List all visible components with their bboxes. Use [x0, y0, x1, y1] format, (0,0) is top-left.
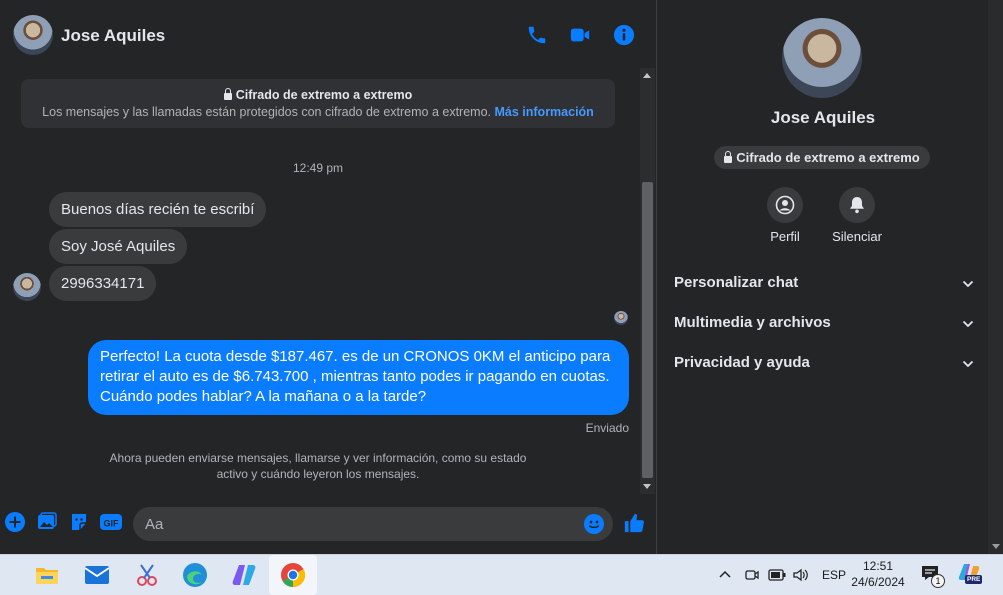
volume-icon[interactable] [792, 567, 810, 583]
encryption-text: Los mensajes y las llamadas están proteg… [42, 105, 492, 119]
photo-icon[interactable] [37, 512, 57, 532]
emoji-icon[interactable] [584, 514, 604, 534]
lock-icon [724, 151, 733, 163]
preview-badge: PRE [965, 575, 983, 584]
mail-icon[interactable] [82, 560, 112, 590]
sticker-icon[interactable] [69, 512, 89, 532]
meet-now-icon[interactable] [744, 567, 760, 583]
chevron-down-icon [962, 280, 974, 288]
section-media-files[interactable]: Multimedia y archivos [674, 314, 974, 338]
copilot-preview-button[interactable]: PRE [958, 562, 983, 586]
message-status: Enviado [585, 421, 629, 435]
encryption-pill[interactable]: Cifrado de extremo a extremo [714, 146, 930, 169]
clock-time: 12:51 [862, 559, 894, 573]
profile-avatar[interactable] [782, 18, 862, 98]
read-receipt-avatar [614, 311, 628, 325]
phone-icon[interactable] [526, 24, 548, 46]
profile-label: Perfil [770, 229, 800, 244]
message-list: Cifrado de extremo a extremo Los mensaje… [0, 68, 640, 494]
copilot-icon[interactable] [229, 560, 259, 590]
taskbar: ESP 12:51 24/6/2024 1 PRE [0, 554, 1003, 595]
chevron-down-icon [962, 320, 974, 328]
edge-icon[interactable] [180, 560, 210, 590]
gif-label: GIF [104, 519, 120, 529]
encryption-pill-label: Cifrado de extremo a extremo [736, 150, 920, 165]
plus-icon[interactable] [5, 512, 25, 532]
battery-icon[interactable] [768, 569, 786, 581]
bell-icon [850, 197, 864, 214]
notification-center[interactable]: 1 [921, 565, 945, 588]
chevron-down-icon [962, 360, 974, 368]
scroll-up-arrow-icon[interactable] [643, 73, 651, 78]
section-privacy-support[interactable]: Privacidad y ayuda [674, 354, 974, 378]
profile-name: Jose Aquiles [770, 108, 876, 127]
video-call-icon[interactable] [569, 24, 591, 46]
permissions-notice: Ahora pueden enviarse mensajes, llamarse… [109, 451, 527, 481]
incoming-message[interactable]: Buenos días recién te escribí [49, 192, 267, 227]
chat-scrollbar[interactable] [640, 68, 655, 494]
sender-avatar[interactable] [13, 273, 41, 301]
window-scrollbar[interactable] [988, 0, 1003, 554]
thumbs-up-icon[interactable] [623, 512, 645, 534]
section-label: Personalizar chat [674, 274, 799, 291]
conversation-details-panel: Jose Aquiles Cifrado de extremo a extrem… [656, 0, 989, 554]
chat-header: Jose Aquiles [0, 0, 656, 68]
profile-icon [775, 195, 795, 215]
contact-avatar[interactable] [13, 15, 53, 55]
lock-icon [223, 88, 232, 100]
section-label: Multimedia y archivos [674, 314, 831, 331]
clock[interactable]: 12:51 24/6/2024 [843, 558, 913, 590]
scroll-down-arrow-icon[interactable] [643, 484, 651, 489]
outgoing-message[interactable]: Perfecto! La cuota desde $187.467. es de… [88, 340, 629, 415]
chevron-up-icon[interactable] [718, 568, 732, 582]
encryption-banner: Cifrado de extremo a extremo Los mensaje… [21, 79, 615, 128]
incoming-message[interactable]: 2996334171 [49, 266, 157, 301]
encryption-title: Cifrado de extremo a extremo [235, 88, 413, 102]
info-icon[interactable] [613, 24, 635, 46]
scroll-thumb[interactable] [642, 182, 653, 478]
section-label: Privacidad y ayuda [674, 354, 810, 371]
profile-button[interactable]: Perfil [745, 187, 825, 244]
more-info-link[interactable]: Más información [495, 105, 594, 119]
system-tray: ESP [718, 555, 846, 595]
gif-icon[interactable]: GIF [100, 512, 122, 532]
section-customize-chat[interactable]: Personalizar chat [674, 274, 974, 298]
message-timestamp: 12:49 pm [292, 161, 344, 175]
file-explorer-icon[interactable] [32, 560, 62, 590]
notification-badge: 1 [931, 574, 945, 588]
clock-date: 24/6/2024 [851, 575, 905, 589]
chrome-icon[interactable] [278, 560, 308, 590]
composer: GIF [0, 498, 656, 554]
mute-button[interactable]: Silenciar [817, 187, 897, 244]
scroll-down-arrow-icon[interactable] [992, 544, 1000, 549]
incoming-message[interactable]: Soy José Aquiles [49, 229, 188, 264]
contact-name[interactable]: Jose Aquiles [61, 26, 165, 46]
snipping-tool-icon[interactable] [132, 560, 162, 590]
message-input[interactable] [133, 507, 613, 541]
mute-label: Silenciar [832, 229, 882, 244]
chat-pane: Jose Aquiles Cifrado de extremo a extrem… [0, 0, 656, 554]
